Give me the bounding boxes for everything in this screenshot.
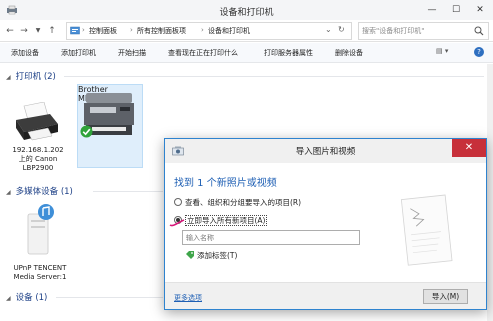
- group-header-multimedia[interactable]: ◢ 多媒体设备 (1): [6, 185, 73, 197]
- maximize-button[interactable]: ☐: [447, 3, 465, 17]
- device-label: 192.168.1.202: [12, 146, 64, 154]
- search-input[interactable]: [362, 25, 472, 37]
- pen-mark-icon: [169, 219, 185, 227]
- dialog-titlebar: 导入图片和视频 ✕: [165, 139, 486, 163]
- add-printer-button[interactable]: 添加打印机: [61, 48, 96, 58]
- help-icon[interactable]: ?: [474, 47, 484, 57]
- device-label: UPnP TENCENT: [13, 264, 67, 272]
- option-import-all[interactable]: 立即导入所有新项目(A): [174, 215, 268, 227]
- breadcrumb-control-panel[interactable]: 控制面板: [89, 26, 117, 36]
- import-button[interactable]: 导入(M): [423, 289, 468, 304]
- control-panel-icon: [70, 26, 80, 35]
- close-window-button[interactable]: ✕: [471, 3, 489, 17]
- divider: [93, 191, 163, 192]
- search-icon[interactable]: [474, 26, 484, 36]
- recent-chevron-icon[interactable]: ▼: [32, 24, 44, 38]
- add-tags-link[interactable]: 添加标签(T): [186, 250, 237, 261]
- default-printer-check-icon: [80, 125, 93, 138]
- command-toolbar: 添加设备 添加打印机 开始扫描 查看现在正在打印什么 打印服务器属性 删除设备 …: [0, 43, 493, 63]
- minimize-button[interactable]: —: [423, 3, 441, 17]
- add-device-button[interactable]: 添加设备: [11, 48, 39, 58]
- collapse-chevron-icon: ◢: [6, 189, 11, 196]
- group-header-devices[interactable]: ◢ 设备 (1): [6, 291, 47, 303]
- print-server-properties-button[interactable]: 打印服务器属性: [264, 48, 313, 58]
- found-items-heading: 找到 1 个新照片或视频: [174, 178, 277, 189]
- radio-label: 立即导入所有新项目(A): [185, 215, 268, 226]
- address-bar: ← → ▼ ↑ › 控制面板 › 所有控制面板项 › 设备和打印机 ⌄ ↻: [0, 20, 493, 42]
- see-whats-printing-button[interactable]: 查看现在正在打印什么: [168, 48, 238, 58]
- dialog-footer: 更多选项 导入(M): [165, 282, 486, 309]
- breadcrumb-devices-printers[interactable]: 设备和打印机: [208, 26, 250, 36]
- window-title: 设备和打印机: [219, 8, 274, 18]
- group-header-printers[interactable]: ◢ 打印机 (2): [6, 70, 56, 82]
- device-label: Media Server:1: [13, 273, 67, 281]
- address-field[interactable]: › 控制面板 › 所有控制面板项 › 设备和打印机 ⌄ ↻: [66, 22, 352, 40]
- forward-arrow-icon[interactable]: →: [18, 24, 30, 38]
- radio-label: 查看、组织和分组要导入的项目(R): [185, 198, 302, 207]
- device-label: 上的 Canon: [18, 155, 58, 163]
- media-server-icon: [27, 204, 54, 255]
- window-controls: — ☐ ✕: [423, 3, 489, 17]
- photo-preview-thumbnail: [400, 194, 453, 266]
- radio-button[interactable]: [174, 198, 182, 206]
- vertical-scrollbar[interactable]: [487, 64, 493, 321]
- divider: [56, 297, 163, 298]
- tag-name-input[interactable]: [182, 230, 360, 245]
- view-options-icon[interactable]: ▤ ▾: [436, 47, 448, 59]
- up-arrow-icon[interactable]: ↑: [46, 24, 58, 38]
- back-arrow-icon[interactable]: ←: [4, 24, 16, 38]
- device-brother-mfc[interactable]: Brother MFC-7450: [77, 84, 143, 168]
- device-upnp-media-server[interactable]: UPnP TENCENT Media Server:1: [8, 202, 72, 282]
- start-scan-button[interactable]: 开始扫描: [118, 48, 146, 58]
- remove-device-button[interactable]: 删除设备: [335, 48, 363, 58]
- divider: [64, 76, 484, 77]
- printer-icon: [16, 102, 58, 141]
- refresh-icon[interactable]: ↻: [338, 25, 345, 34]
- address-dropdown-icon[interactable]: ⌄: [325, 25, 332, 34]
- device-label: LBP2900: [22, 164, 54, 172]
- tag-icon: [186, 251, 194, 259]
- more-options-link[interactable]: 更多选项: [174, 293, 202, 303]
- window-titlebar: 设备和打印机 — ☐ ✕: [0, 0, 493, 20]
- search-box[interactable]: [358, 22, 489, 40]
- option-review-organize[interactable]: 查看、组织和分组要导入的项目(R): [174, 197, 301, 209]
- import-dialog: 导入图片和视频 ✕ 找到 1 个新照片或视频 查看、组织和分组要导入的项目(R)…: [164, 138, 487, 310]
- breadcrumb-all-items[interactable]: 所有控制面板项: [137, 26, 186, 36]
- collapse-chevron-icon: ◢: [6, 74, 11, 81]
- device-canon-printer[interactable]: 192.168.1.202 上的 Canon LBP2900: [8, 102, 68, 182]
- dialog-title: 导入图片和视频: [295, 147, 356, 157]
- dialog-close-button[interactable]: ✕: [452, 139, 486, 157]
- collapse-chevron-icon: ◢: [6, 295, 11, 302]
